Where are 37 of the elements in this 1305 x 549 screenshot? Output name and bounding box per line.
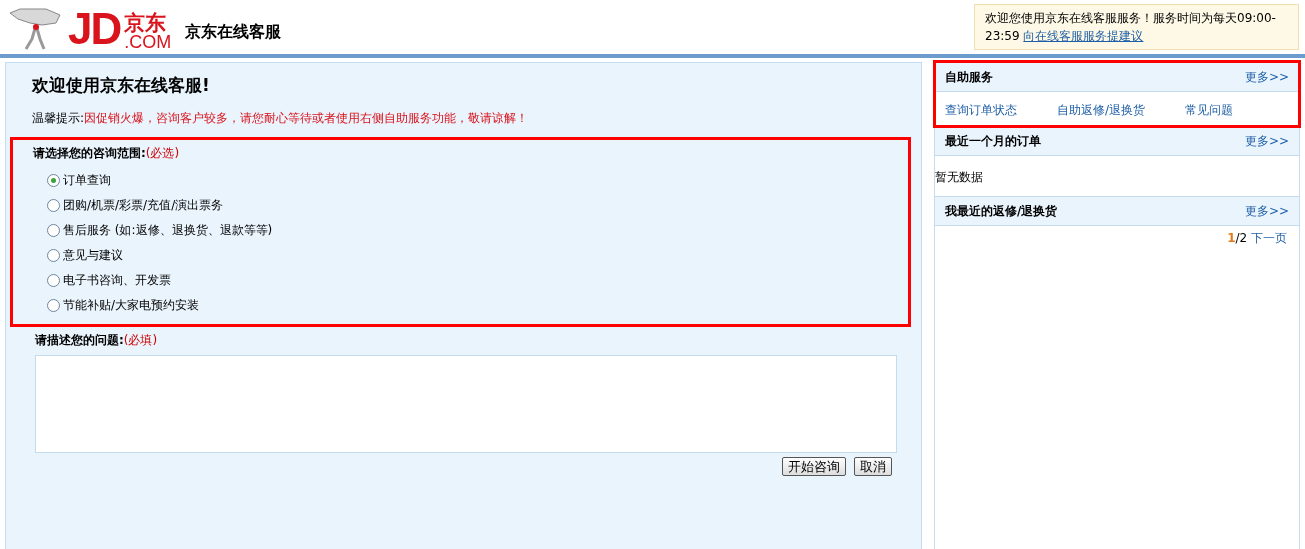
option-label: 电子书咨询、开发票 [63,272,171,289]
next-page-link[interactable]: 下一页 [1251,231,1287,245]
start-button[interactable]: 开始咨询 [782,456,846,476]
logo-text: .COM [124,33,172,51]
option-label: 订单查询 [63,172,111,189]
more-link[interactable]: 更多>> [1244,68,1289,86]
cancel-button[interactable]: 取消 [854,456,892,476]
option-label: 团购/机票/彩票/充值/演出票务 [63,197,224,214]
radio-button[interactable] [47,173,60,187]
section-title: 自助服务 [945,69,993,86]
option-label: 售后服务 (如:返修、退换货、退款等等) [63,222,273,239]
logo-text: JD [68,7,121,51]
radio-button[interactable] [47,298,60,312]
section-title: 我最近的返修/退换货 [945,203,1058,220]
service-link[interactable]: 查询订单状态 [945,101,1017,117]
welcome-heading: 欢迎使用京东在线客服! [32,74,211,97]
tip-text: 温馨提示:因促销火爆，咨询客户较多，请您耐心等待或者使用右侧自助服务功能，敬请谅解！ [32,109,530,127]
more-link[interactable]: 更多>> [1244,132,1289,150]
section-title: 最近一个月的订单 [945,133,1041,150]
question-label: 请描述您的问题:(必填) [35,331,159,349]
page-counter: 1/2 [1227,231,1248,245]
logo-text: 京东 [124,12,168,33]
empty-text: 暂无数据 [935,169,984,186]
notice-text: 欢迎您使用京东在线客服服务！服务时间为每天09:00-23:59 向在线客服服务提建议 [974,4,1299,50]
more-link[interactable]: 更多>> [1244,202,1289,220]
scope-label: 请选择您的咨询范围:(必选) [33,144,181,162]
question-field[interactable] [35,354,897,453]
radio-button[interactable] [47,248,60,262]
page-title: 京东在线客服 [185,21,282,43]
service-link[interactable]: 常见问题 [1185,101,1234,117]
option-label: 意见与建议 [63,247,123,264]
radio-button[interactable] [47,198,60,212]
option-label: 节能补贴/大家电预约安装 [63,297,200,314]
radio-button[interactable] [47,223,60,237]
radio-button[interactable] [47,273,60,287]
suggestion-link[interactable]: 向在线客服服务提建议 [1023,29,1144,43]
service-link[interactable]: 自助返修/退换货 [1057,101,1146,117]
